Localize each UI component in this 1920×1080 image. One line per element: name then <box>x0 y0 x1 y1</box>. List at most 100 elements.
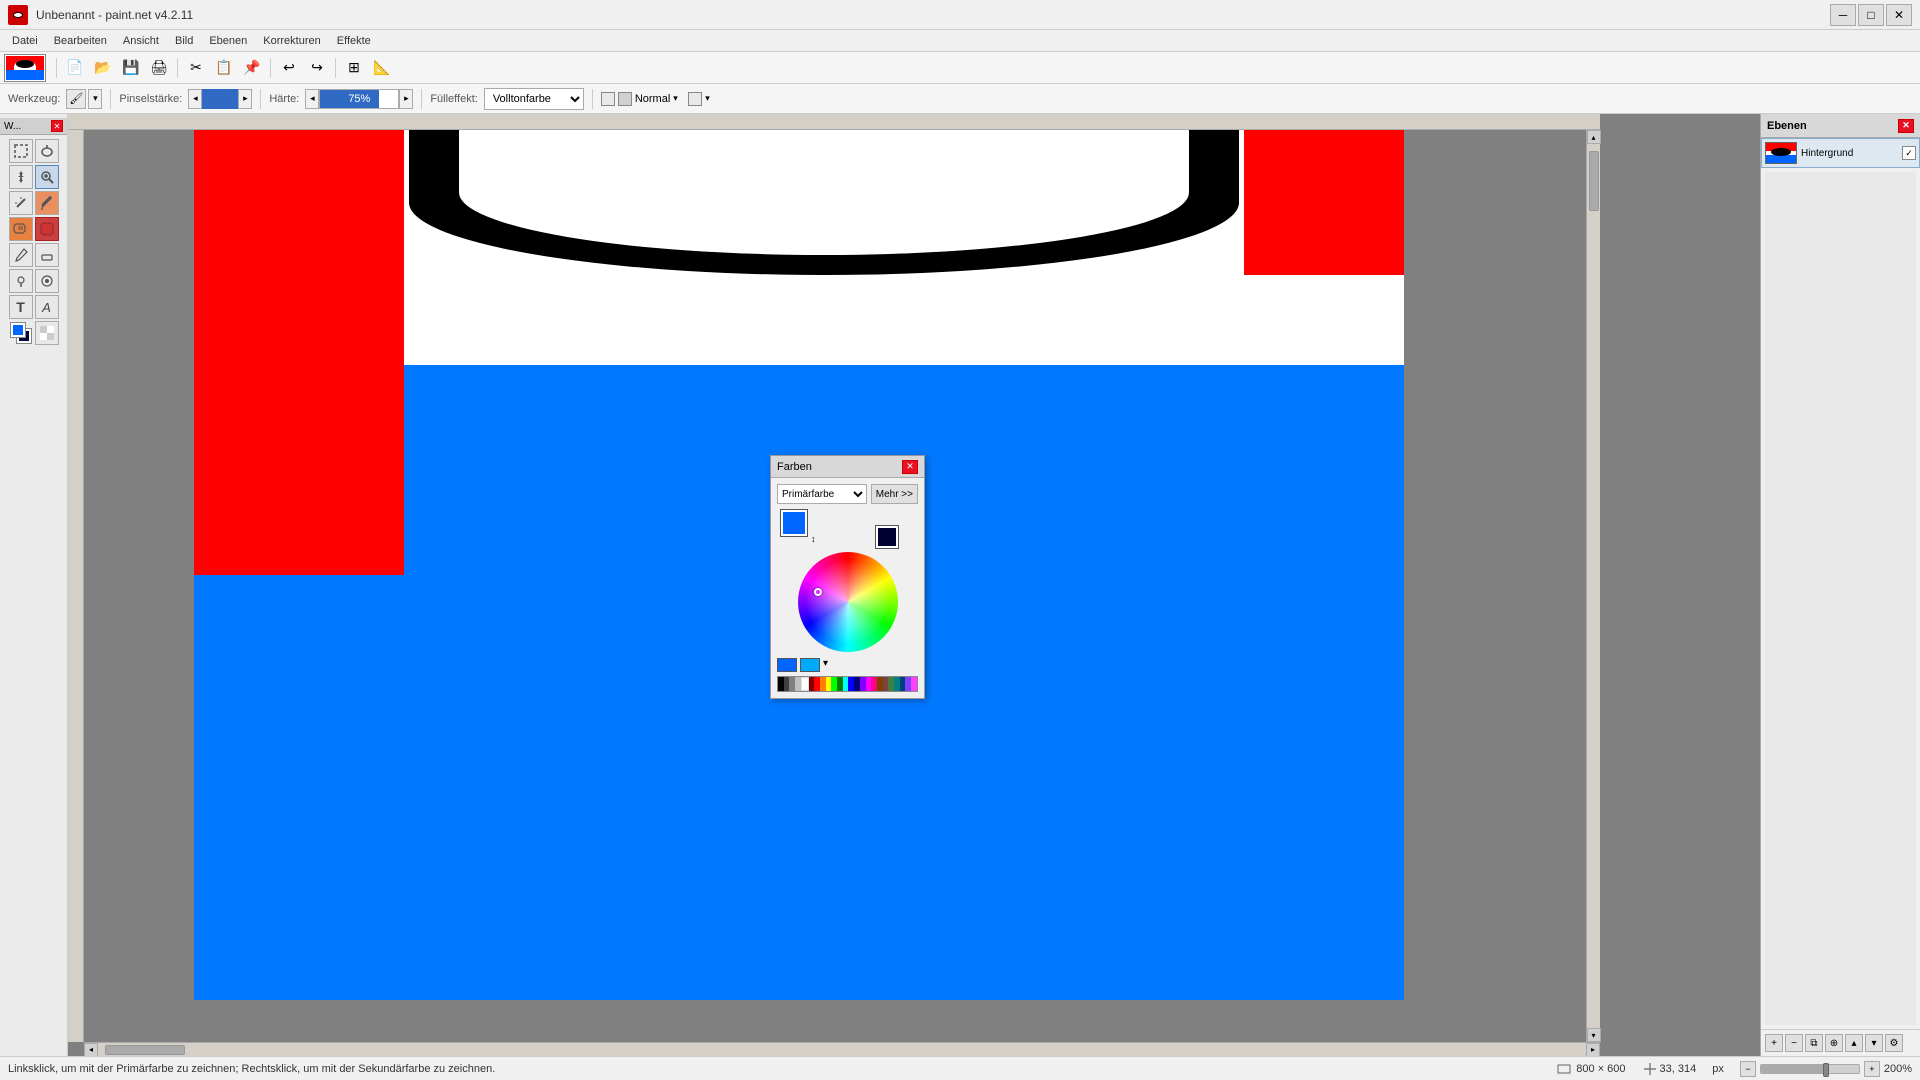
layer-visibility-checkbox[interactable]: ✓ <box>1902 146 1916 160</box>
layers-title: Ebenen <box>1767 120 1807 132</box>
layer-duplicate-button[interactable]: ⧉ <box>1805 1034 1823 1052</box>
paste-button[interactable]: 📌 <box>240 56 264 80</box>
menu-bearbeiten[interactable]: Bearbeiten <box>46 33 115 49</box>
layer-properties-button[interactable]: ⚙ <box>1885 1034 1903 1052</box>
color-picker-more-button[interactable]: Mehr >> <box>871 484 918 504</box>
brush-tool-icon[interactable]: 🖌 <box>66 89 86 109</box>
menu-bild[interactable]: Bild <box>167 33 201 49</box>
print-button[interactable]: 🖨 <box>147 56 171 80</box>
layer-add-button[interactable]: + <box>1765 1034 1783 1052</box>
hue-more-btn[interactable]: ▾ <box>823 658 833 672</box>
open-file-button[interactable]: 📂 <box>91 56 115 80</box>
blend-alpha-icon[interactable] <box>688 92 702 106</box>
pinsel-plus[interactable]: ▸ <box>238 89 252 109</box>
black-arc <box>409 130 1239 275</box>
primary-color-swatch[interactable] <box>781 510 807 536</box>
color-wheel-cursor[interactable] <box>814 588 822 596</box>
layer-up-button[interactable]: ▴ <box>1845 1034 1863 1052</box>
menu-datei[interactable]: Datei <box>4 33 46 49</box>
magic-wand-tool[interactable] <box>9 191 33 215</box>
tool-panel-close[interactable]: ✕ <box>51 120 63 132</box>
zoom-slider-thumb[interactable] <box>1823 1063 1829 1077</box>
hue-cyan-swatch[interactable] <box>800 658 820 672</box>
eraser-tool[interactable] <box>35 243 59 267</box>
main-toolbar: 📄 📂 💾 🖨 ✂ 📋 📌 ↩ ↪ ⊞ 📐 <box>0 52 1920 84</box>
undo-button[interactable]: ↩ <box>277 56 301 80</box>
clone-stamp-tool[interactable] <box>9 269 33 293</box>
blend-icon-1[interactable] <box>601 92 615 106</box>
color-swatch-fg[interactable] <box>9 321 33 345</box>
pinselstaerke-input[interactable]: 1000 <box>202 89 238 109</box>
v-scroll-up[interactable]: ▴ <box>1587 130 1601 144</box>
palette-orchid[interactable] <box>911 677 917 691</box>
retouch-tool[interactable] <box>35 269 59 293</box>
text-tool[interactable]: T <box>9 295 33 319</box>
rulers-button[interactable]: 📐 <box>370 56 394 80</box>
cut-button[interactable]: ✂ <box>184 56 208 80</box>
color-wheel[interactable] <box>798 552 898 652</box>
paint-bucket-tool[interactable] <box>9 217 33 241</box>
v-scroll-down[interactable]: ▾ <box>1587 1028 1601 1042</box>
lasso-tool[interactable] <box>35 139 59 163</box>
blend-icon-2[interactable] <box>618 92 632 106</box>
zoom-slider[interactable] <box>1760 1064 1860 1074</box>
layer-delete-button[interactable]: − <box>1785 1034 1803 1052</box>
tool-dropdown-arrow[interactable]: ▾ <box>88 89 102 109</box>
menu-korrekturen[interactable]: Korrekturen <box>255 33 328 49</box>
tool-sep-2 <box>260 89 261 109</box>
color-picker-tool[interactable] <box>35 191 59 215</box>
unit-value: px <box>1712 1063 1724 1075</box>
red-lower-left <box>194 365 404 575</box>
color-wheel-container[interactable] <box>798 552 898 652</box>
zoom-tool[interactable] <box>35 165 59 189</box>
menu-ansicht[interactable]: Ansicht <box>115 33 167 49</box>
hue-blue-swatch[interactable] <box>777 658 797 672</box>
haerte-plus[interactable]: ▸ <box>399 89 413 109</box>
werkzeug-control: 🖌 ▾ <box>66 89 102 109</box>
redo-button[interactable]: ↪ <box>305 56 329 80</box>
layer-name: Hintergrund <box>1801 148 1898 159</box>
minimize-button[interactable]: ─ <box>1830 4 1856 26</box>
menu-ebenen[interactable]: Ebenen <box>201 33 255 49</box>
h-scroll-left[interactable]: ◂ <box>84 1043 98 1057</box>
title-bar: Unbenannt - paint.net v4.2.11 ─ □ ✕ <box>0 0 1920 30</box>
menu-effekte[interactable]: Effekte <box>329 33 379 49</box>
zoom-in-button[interactable]: + <box>1864 1061 1880 1077</box>
color-swatch-special[interactable] <box>35 321 59 345</box>
grid-button[interactable]: ⊞ <box>342 56 366 80</box>
fuelleffekt-select[interactable]: Volltonfarbe Verlauf Muster <box>484 88 584 110</box>
shapes-text-tool[interactable]: A <box>35 295 59 319</box>
h-scroll-right[interactable]: ▸ <box>1586 1043 1600 1057</box>
v-scroll-thumb[interactable] <box>1589 151 1599 211</box>
swap-colors-btn[interactable]: ↕ <box>811 534 816 544</box>
layer-merge-button[interactable]: ⊕ <box>1825 1034 1843 1052</box>
toolbar-sep-1 <box>56 58 57 78</box>
blend-mode-arrow[interactable]: ▾ <box>673 92 685 106</box>
select-rect-tool[interactable] <box>9 139 33 163</box>
tool-sep-1 <box>110 89 111 109</box>
color-picker-dropdown[interactable]: Primärfarbe Sekundärfarbe <box>777 484 867 504</box>
color-picker-controls-top: Primärfarbe Sekundärfarbe Mehr >> <box>777 484 918 504</box>
new-file-button[interactable]: 📄 <box>63 56 87 80</box>
layer-down-button[interactable]: ▾ <box>1865 1034 1883 1052</box>
move-tool[interactable] <box>9 165 33 189</box>
fill-tool[interactable] <box>35 217 59 241</box>
layer-hintergrund[interactable]: Hintergrund ✓ <box>1761 138 1920 168</box>
tool-panel: W... ✕ <box>0 114 68 1056</box>
blend-alpha-arrow[interactable]: ▾ <box>705 92 717 106</box>
haerte-minus[interactable]: ◂ <box>305 89 319 109</box>
zoom-out-button[interactable]: − <box>1740 1061 1756 1077</box>
pencil-tool[interactable] <box>9 243 33 267</box>
maximize-button[interactable]: □ <box>1858 4 1884 26</box>
save-file-button[interactable]: 💾 <box>119 56 143 80</box>
palette-white[interactable] <box>801 677 809 691</box>
layers-close-button[interactable]: ✕ <box>1898 119 1914 133</box>
copy-button[interactable]: 📋 <box>212 56 236 80</box>
secondary-color-swatch[interactable] <box>876 526 898 548</box>
pinsel-minus[interactable]: ◂ <box>188 89 202 109</box>
color-picker-close-button[interactable]: ✕ <box>902 460 918 474</box>
h-scrollbar[interactable]: ◂ ▸ <box>84 1042 1600 1056</box>
close-button[interactable]: ✕ <box>1886 4 1912 26</box>
v-scrollbar[interactable]: ▴ ▾ <box>1586 130 1600 1042</box>
h-scroll-thumb[interactable] <box>105 1045 185 1055</box>
